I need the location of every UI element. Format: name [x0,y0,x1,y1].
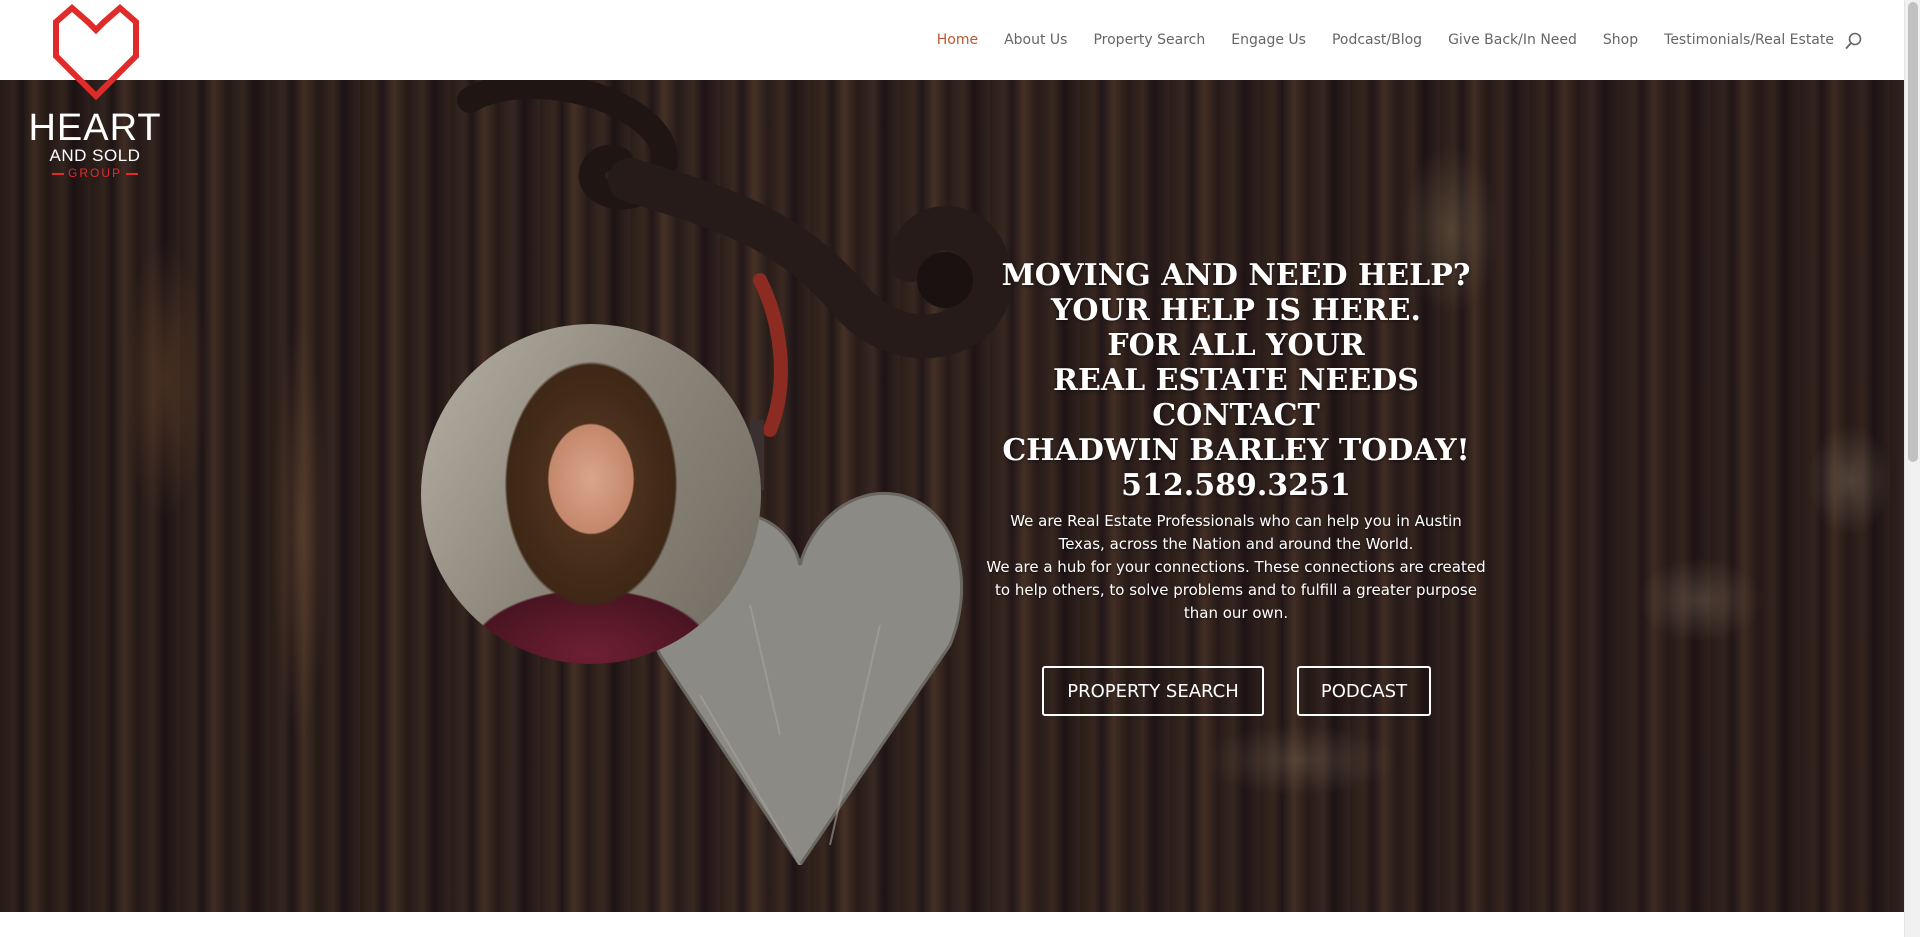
property-search-button[interactable]: PROPERTY SEARCH [1042,666,1264,716]
headline-line: CHADWIN BARLEY TODAY! [1002,433,1470,468]
house-heart-icon [46,4,146,105]
site-logo[interactable]: HEART AND SOLD GROUP [22,4,172,184]
agent-portrait-photo [421,324,761,664]
search-icon[interactable] [1844,31,1864,51]
nav-item-about-us[interactable]: About Us [1004,32,1067,48]
description-line: We are Real Estate Professionals who can… [1010,512,1462,530]
headline-line: CONTACT [1152,398,1320,433]
nav-item-engage-us[interactable]: Engage Us [1231,32,1306,48]
podcast-button[interactable]: PODCAST [1297,666,1431,716]
nav-item-shop[interactable]: Shop [1603,32,1638,48]
headline-line: FOR ALL YOUR [1107,328,1365,363]
next-section [0,912,1904,937]
hero-text-block: MOVING AND NEED HELP? YOUR HELP IS HERE.… [980,258,1492,625]
hero-headline: MOVING AND NEED HELP? YOUR HELP IS HERE.… [980,258,1492,468]
logo-text-heart: HEART [28,107,162,149]
description-line: than our own. [1183,604,1289,622]
nav-item-home[interactable]: Home [937,32,978,48]
phone-number[interactable]: 512.589.3251 [980,468,1492,504]
page-scrollbar[interactable] [1904,0,1920,937]
logo-text-and-sold: AND SOLD [49,146,141,165]
nav-item-give-back[interactable]: Give Back/In Need [1448,32,1577,48]
nav-item-property-search[interactable]: Property Search [1093,32,1205,48]
page: Home About Us Property Search Engage Us … [0,0,1920,937]
nav-item-podcast-blog[interactable]: Podcast/Blog [1332,32,1422,48]
hero-section: MOVING AND NEED HELP? YOUR HELP IS HERE.… [0,80,1904,912]
headline-line: MOVING AND NEED HELP? [1001,258,1471,293]
hero-description: We are Real Estate Professionals who can… [980,510,1492,625]
description-line: to help others, to solve problems and to… [995,581,1477,599]
site-header: Home About Us Property Search Engage Us … [0,0,1904,80]
hero-buttons: PROPERTY SEARCH PODCAST [1042,666,1431,716]
nav-item-testimonials[interactable]: Testimonials/Real Estate [1664,32,1834,48]
main-nav: Home About Us Property Search Engage Us … [911,0,1834,80]
headline-line: REAL ESTATE NEEDS [1053,363,1419,398]
headline-line: YOUR HELP IS HERE. [1051,293,1421,328]
logo-text-group: GROUP [22,166,168,180]
scrollbar-thumb[interactable] [1908,2,1918,462]
description-line: Texas, across the Nation and around the … [1058,535,1414,553]
description-line: We are a hub for your connections. These… [986,558,1486,576]
